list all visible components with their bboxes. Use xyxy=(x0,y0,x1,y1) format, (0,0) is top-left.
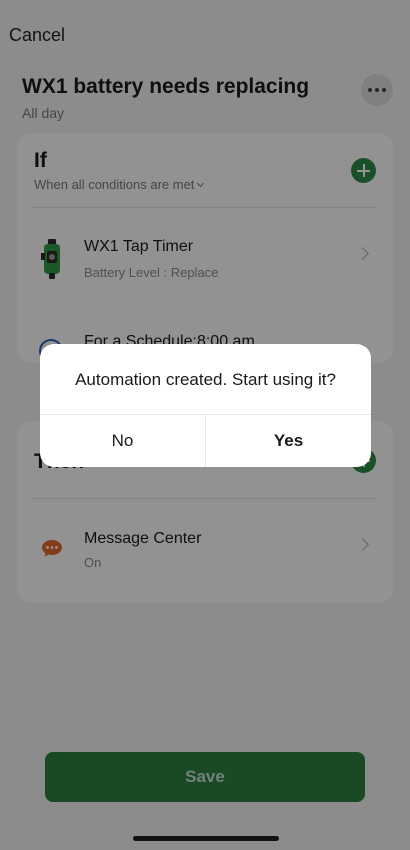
dialog-message: Automation created. Start using it? xyxy=(75,370,336,389)
confirmation-dialog: Automation created. Start using it? No Y… xyxy=(40,344,371,467)
no-button[interactable]: No xyxy=(40,415,205,467)
home-indicator xyxy=(133,836,279,841)
yes-button[interactable]: Yes xyxy=(206,415,371,467)
automation-screen: Cancel WX1 battery needs replacing All d… xyxy=(0,0,410,850)
